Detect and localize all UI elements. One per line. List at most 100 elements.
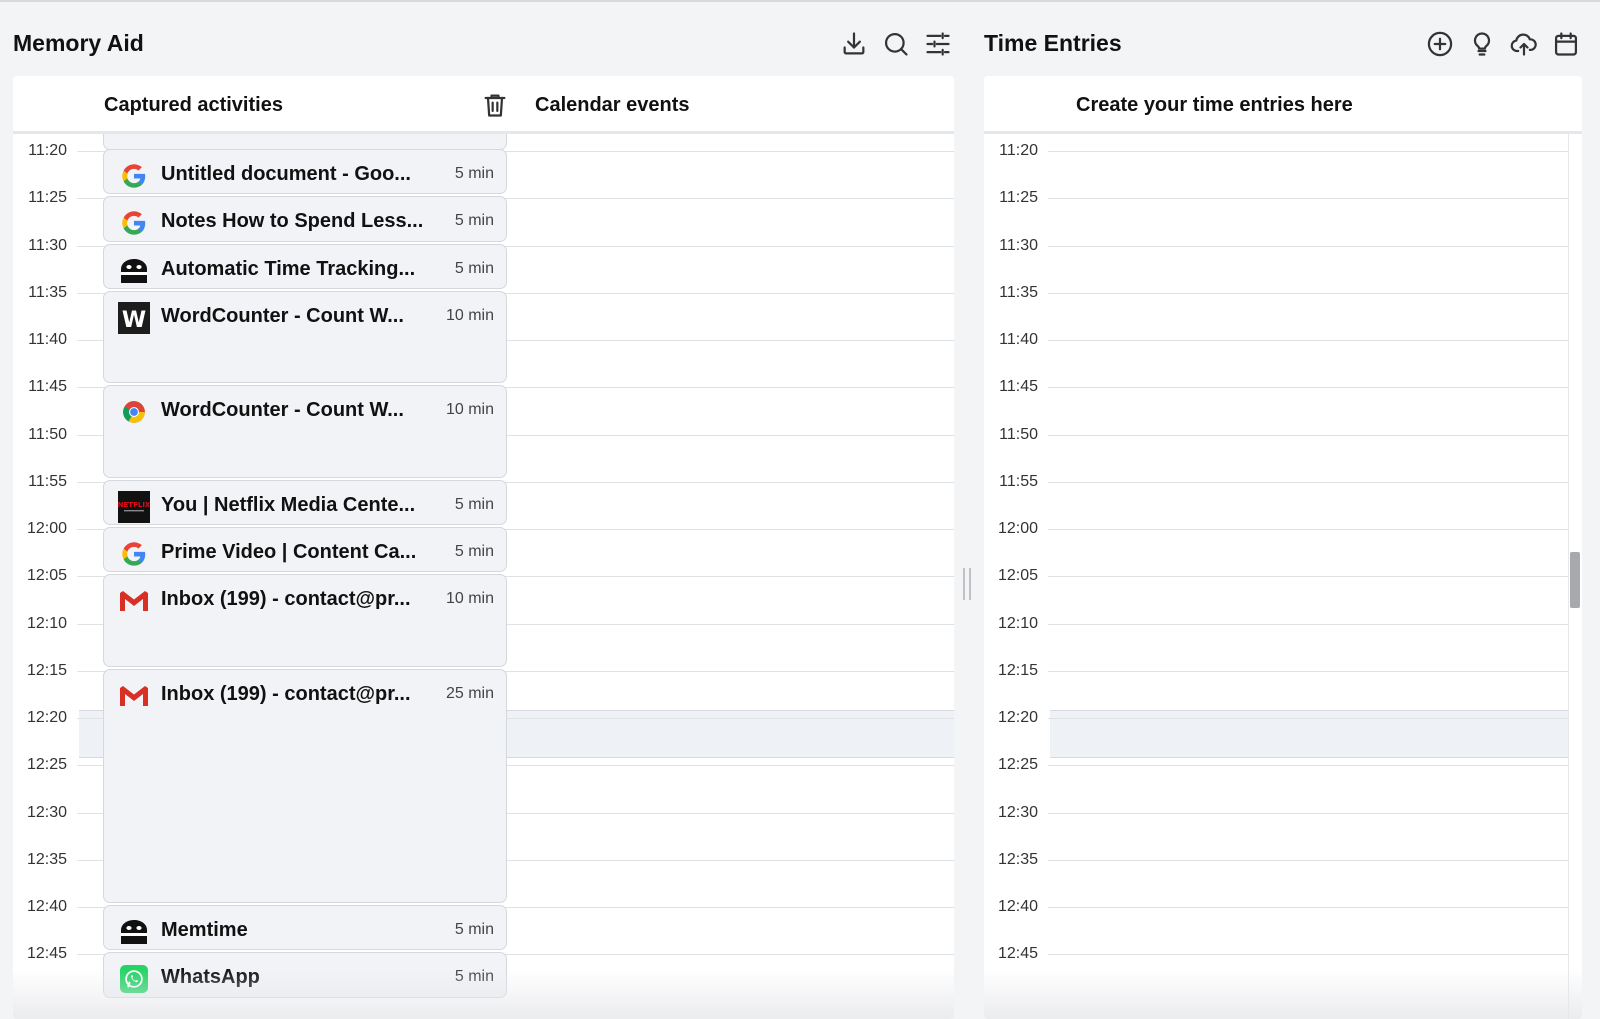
- te-gridline: [1048, 529, 1568, 530]
- sliders-icon[interactable]: [922, 28, 954, 60]
- cloud-upload-icon[interactable]: [1508, 28, 1540, 60]
- activity-block[interactable]: Prime Video | Content Ca... 5 min: [103, 527, 507, 573]
- activity-block[interactable]: Untitled document - Goo... 5 min: [103, 149, 507, 195]
- activity-duration: 5 min: [454, 968, 494, 986]
- svg-text:NETFLIX: NETFLIX: [118, 501, 150, 509]
- te-gridline: [1048, 245, 1568, 247]
- ma-time-label: 11:35: [28, 283, 67, 301]
- download-icon[interactable]: [838, 28, 870, 60]
- ma-time-label: 12:25: [26, 756, 67, 774]
- activity-title: Untitled document - Goo...: [161, 163, 411, 185]
- activity-duration: 5 min: [454, 495, 494, 513]
- te-gridline: [1048, 292, 1568, 294]
- ma-time-label: 11:40: [28, 331, 67, 348]
- activity-duration: 5 min: [454, 543, 494, 560]
- activity-duration: 10 min: [445, 590, 494, 608]
- te-gridline: [1048, 576, 1568, 578]
- activity-block-partial[interactable]: [103, 134, 507, 150]
- activity-block[interactable]: Memtime 5 min: [103, 905, 507, 951]
- google-icon: [118, 207, 150, 239]
- te-gridline: [1048, 151, 1568, 152]
- memtime-icon: [118, 255, 150, 287]
- ma-time-label: 11:20: [28, 142, 67, 159]
- svg-text:W: W: [122, 308, 146, 333]
- ma-time-label: 11:55: [28, 472, 67, 490]
- activity-block[interactable]: NETFLIX You | Netflix Media Cente... 5 min: [103, 479, 507, 525]
- te-time-label: 11:25: [999, 189, 1038, 207]
- captured-activities-label: Captured activities: [104, 94, 283, 116]
- memory-aid-panel: Captured activities Calendar events 11:2…: [13, 76, 954, 1019]
- te-gridline: [1048, 859, 1568, 861]
- ma-time-label: 12:45: [26, 945, 67, 963]
- activity-title: You | Netflix Media Cente...: [161, 493, 416, 516]
- trash-icon[interactable]: [479, 89, 511, 121]
- activity-title: Inbox (199) - contact@pr...: [161, 588, 411, 611]
- ma-time-label: 12:20: [26, 709, 67, 726]
- activity-block[interactable]: W WordCounter - Count W... 10 min: [103, 290, 507, 384]
- te-gridline: [1048, 481, 1568, 483]
- te-time-label: 11:45: [999, 378, 1038, 396]
- google-icon: [118, 538, 150, 570]
- te-time-label: 11:55: [999, 472, 1038, 490]
- te-gridline: [1048, 198, 1568, 200]
- activity-title: WhatsApp: [161, 966, 260, 989]
- create-time-entries-label: Create your time entries here: [1076, 94, 1353, 116]
- te-gridline: [1048, 387, 1568, 389]
- lightbulb-icon[interactable]: [1466, 28, 1498, 60]
- te-time-label: 11:35: [999, 283, 1038, 301]
- activity-title: WordCounter - Count W...: [161, 399, 404, 422]
- time-entries-panel: Create your time entries here 11:20 11:25…: [984, 76, 1582, 1019]
- activity-block[interactable]: Inbox (199) - contact@pr... 10 min: [103, 574, 507, 667]
- te-gridline: [1048, 954, 1568, 956]
- gmail-icon: [118, 680, 150, 712]
- activity-title: Inbox (199) - contact@pr...: [161, 682, 411, 705]
- activity-block[interactable]: Notes How to Spend Less... 5 min: [103, 196, 507, 242]
- memory-aid-timeline[interactable]: 11:20 11:25 11:30 11:35 11:40 11:45 11:50 11:55…: [13, 134, 954, 1019]
- activity-duration: 5 min: [454, 921, 494, 938]
- search-icon[interactable]: [880, 28, 912, 60]
- add-circle-icon[interactable]: [1424, 28, 1456, 60]
- memory-aid-title: Memory Aid: [13, 30, 144, 56]
- te-time-label: 12:00: [997, 520, 1038, 537]
- time-entries-timeline[interactable]: 11:20 11:25 11:30 11:35 11:40 11:45 11:50 11:55…: [984, 134, 1582, 1019]
- chrome-icon: [118, 396, 150, 428]
- ma-time-label: 11:45: [28, 378, 67, 396]
- time-entries-title: Time Entries: [984, 30, 1122, 56]
- activity-duration: 25 min: [445, 684, 494, 702]
- activity-duration: 5 min: [454, 165, 494, 182]
- te-time-label: 12:20: [997, 709, 1038, 726]
- te-time-label: 12:35: [997, 850, 1038, 868]
- activity-block[interactable]: WordCounter - Count W... 10 min: [103, 385, 507, 478]
- scrollbar[interactable]: [1568, 134, 1580, 1019]
- ma-time-label: 12:05: [26, 567, 67, 585]
- activity-title: WordCounter - Count W...: [161, 304, 404, 327]
- te-gridline: [1048, 670, 1568, 672]
- te-gridline: [1048, 812, 1568, 814]
- te-time-label: 12:30: [997, 803, 1038, 821]
- te-time-label: 11:50: [999, 425, 1038, 443]
- activity-duration: 10 min: [445, 401, 494, 419]
- te-time-label: 12:05: [997, 567, 1038, 585]
- calendar-events-label: Calendar events: [535, 94, 690, 116]
- te-time-label: 12:40: [997, 898, 1038, 915]
- te-time-label: 12:25: [997, 756, 1038, 774]
- te-gridline: [1048, 340, 1568, 341]
- activity-block[interactable]: WhatsApp 5 min: [103, 952, 507, 998]
- te-gridline: [1048, 907, 1568, 908]
- google-icon: [118, 160, 150, 192]
- te-gridline: [1048, 765, 1568, 767]
- te-time-label: 12:45: [997, 945, 1038, 963]
- memtime-icon: [118, 916, 150, 948]
- activity-duration: 5 min: [454, 212, 494, 230]
- te-time-label: 11:40: [999, 331, 1038, 348]
- activity-block[interactable]: Automatic Time Tracking... 5 min: [103, 243, 507, 289]
- calendar-icon[interactable]: [1550, 28, 1582, 60]
- activity-duration: 5 min: [454, 259, 494, 277]
- panel-resize-handle[interactable]: [963, 568, 972, 600]
- activity-title: Notes How to Spend Less...: [161, 210, 424, 233]
- scrollbar-thumb[interactable]: [1570, 552, 1580, 608]
- te-time-label: 11:20: [999, 142, 1038, 159]
- ma-time-label: 12:15: [26, 661, 67, 679]
- te-time-label: 11:30: [999, 236, 1038, 254]
- activity-block[interactable]: Inbox (199) - contact@pr... 25 min: [103, 668, 507, 903]
